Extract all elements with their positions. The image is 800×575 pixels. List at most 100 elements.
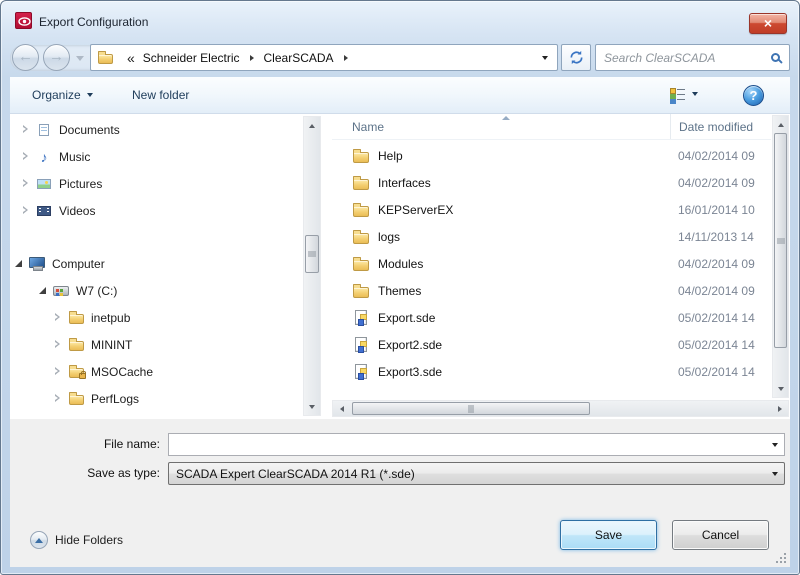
file-date: 05/02/2014 14 bbox=[678, 365, 755, 379]
file-row-kepserverex[interactable]: KEPServerEX 16/01/2014 10 bbox=[332, 196, 771, 223]
file-row-logs[interactable]: logs 14/11/2013 14 bbox=[332, 223, 771, 250]
file-row-interfaces[interactable]: Interfaces 04/02/2014 09 bbox=[332, 169, 771, 196]
file-date: 16/01/2014 10 bbox=[678, 203, 755, 217]
tree-item-msocache[interactable]: MSOCache bbox=[10, 358, 302, 385]
breadcrumb-overflow[interactable]: « bbox=[127, 50, 135, 66]
tree-item-inetpub[interactable]: inetpub bbox=[10, 304, 302, 331]
expand-collapsed-icon[interactable] bbox=[22, 206, 30, 216]
expand-collapsed-icon[interactable] bbox=[54, 313, 62, 323]
resize-grip[interactable] bbox=[784, 561, 786, 563]
views-button[interactable] bbox=[670, 87, 698, 100]
dialog-window: Export Configuration × ← → « Schneider E… bbox=[0, 0, 800, 575]
address-bar[interactable]: « Schneider Electric ClearSCADA bbox=[90, 44, 558, 71]
scrollbar-thumb[interactable] bbox=[774, 133, 787, 348]
recent-pages-chevron-icon[interactable] bbox=[76, 56, 84, 61]
breadcrumb-item-clearscada[interactable]: ClearSCADA bbox=[262, 51, 336, 65]
scroll-up-button[interactable] bbox=[304, 117, 320, 134]
command-bar: Organize New folder ? bbox=[10, 77, 790, 114]
tree-item-label: MININT bbox=[91, 338, 132, 352]
expand-collapsed-icon[interactable] bbox=[22, 125, 30, 135]
file-name-input[interactable] bbox=[169, 435, 766, 454]
refresh-button[interactable] bbox=[561, 44, 591, 71]
dropdown-arrow-icon[interactable] bbox=[766, 463, 784, 484]
search-input[interactable] bbox=[602, 50, 771, 66]
file-row-help[interactable]: Help 04/02/2014 09 bbox=[332, 142, 771, 169]
search-icon[interactable] bbox=[771, 53, 780, 62]
chevron-down-icon bbox=[692, 92, 698, 96]
tree-item-pictures[interactable]: Pictures bbox=[10, 170, 302, 197]
expand-collapsed-icon[interactable] bbox=[22, 152, 30, 162]
file-date: 04/02/2014 09 bbox=[678, 176, 755, 190]
file-row-themes[interactable]: Themes 04/02/2014 09 bbox=[332, 277, 771, 304]
hide-folders-button[interactable]: Hide Folders bbox=[30, 531, 123, 549]
tree-scrollbar[interactable] bbox=[303, 116, 321, 416]
file-row-export2-sde[interactable]: Export2.sde 05/02/2014 14 bbox=[332, 331, 771, 358]
file-list-pane: Name Date modified Help 04/02/2014 09 In… bbox=[332, 114, 790, 419]
dropdown-arrow-icon[interactable] bbox=[766, 434, 784, 455]
expand-collapsed-icon[interactable] bbox=[54, 367, 62, 377]
tree-item-label: MSOCache bbox=[91, 365, 153, 379]
tree-item-documents[interactable]: Documents bbox=[10, 116, 302, 143]
cancel-button[interactable]: Cancel bbox=[672, 520, 769, 550]
file-list-scrollbar-horizontal[interactable] bbox=[332, 400, 789, 417]
window-title: Export Configuration bbox=[39, 15, 148, 29]
column-header-name[interactable]: Name bbox=[352, 114, 384, 140]
folder-icon bbox=[67, 311, 85, 324]
file-name: Export2.sde bbox=[378, 338, 442, 352]
column-header-date-modified[interactable]: Date modified bbox=[670, 114, 771, 140]
tree-item-minint[interactable]: MININT bbox=[10, 331, 302, 358]
expand-collapsed-icon[interactable] bbox=[22, 179, 30, 189]
documents-icon bbox=[35, 124, 53, 136]
expand-collapsed-icon[interactable] bbox=[54, 394, 62, 404]
save-as-type-value: SCADA Expert ClearSCADA 2014 R1 (*.sde) bbox=[169, 467, 766, 481]
scroll-down-button[interactable] bbox=[773, 380, 788, 397]
scrollbar-thumb[interactable] bbox=[305, 235, 319, 273]
back-button[interactable]: ← bbox=[12, 44, 39, 71]
address-dropdown-icon[interactable] bbox=[535, 56, 555, 60]
scroll-right-button[interactable] bbox=[771, 401, 788, 416]
tree-gap bbox=[10, 224, 302, 250]
file-list-scrollbar-vertical[interactable] bbox=[772, 115, 789, 398]
dialog-footer: Hide Folders Save Cancel bbox=[10, 511, 790, 567]
breadcrumb-separator-icon[interactable] bbox=[344, 55, 348, 61]
scroll-down-button[interactable] bbox=[304, 398, 320, 415]
file-row-export3-sde[interactable]: Export3.sde 05/02/2014 14 bbox=[332, 358, 771, 385]
new-folder-button[interactable]: New folder bbox=[132, 77, 189, 113]
tree-item-label: inetpub bbox=[91, 311, 130, 325]
file-row-modules[interactable]: Modules 04/02/2014 09 bbox=[332, 250, 771, 277]
search-box[interactable] bbox=[595, 44, 790, 71]
tree-item-w7-c[interactable]: W7 (C:) bbox=[10, 277, 302, 304]
folder-icon bbox=[67, 392, 85, 405]
file-row-export-sde[interactable]: Export.sde 05/02/2014 14 bbox=[332, 304, 771, 331]
forward-button[interactable]: → bbox=[43, 44, 70, 71]
folder-icon bbox=[352, 176, 370, 190]
expand-expanded-icon[interactable] bbox=[15, 259, 23, 269]
breadcrumb-item-schneider-electric[interactable]: Schneider Electric bbox=[141, 51, 242, 65]
file-date: 04/02/2014 09 bbox=[678, 284, 755, 298]
folder-icon bbox=[352, 257, 370, 271]
tree-item-music[interactable]: ♪ Music bbox=[10, 143, 302, 170]
organize-button[interactable]: Organize bbox=[32, 77, 93, 113]
computer-icon bbox=[28, 257, 46, 271]
expand-collapsed-icon[interactable] bbox=[54, 340, 62, 350]
drive-icon bbox=[52, 286, 70, 296]
scrollbar-thumb[interactable] bbox=[352, 402, 590, 415]
tree-item-videos[interactable]: Videos bbox=[10, 197, 302, 224]
scroll-left-button[interactable] bbox=[333, 401, 350, 416]
close-button[interactable]: × bbox=[749, 13, 787, 34]
sde-file-icon bbox=[352, 337, 370, 352]
refresh-icon bbox=[569, 50, 584, 65]
file-date: 04/02/2014 09 bbox=[678, 257, 755, 271]
save-button[interactable]: Save bbox=[560, 520, 657, 550]
expand-expanded-icon[interactable] bbox=[39, 286, 47, 296]
scroll-up-button[interactable] bbox=[773, 116, 788, 133]
tree-item-perflogs[interactable]: PerfLogs bbox=[10, 385, 302, 412]
save-fields: File name: Save as type: SCADA Expert Cl… bbox=[10, 419, 790, 511]
file-name-combo[interactable] bbox=[168, 433, 785, 456]
breadcrumb-separator-icon[interactable] bbox=[250, 55, 254, 61]
help-button[interactable]: ? bbox=[743, 85, 764, 106]
chevron-up-circle-icon bbox=[30, 531, 48, 549]
file-date: 05/02/2014 14 bbox=[678, 338, 755, 352]
save-as-type-select[interactable]: SCADA Expert ClearSCADA 2014 R1 (*.sde) bbox=[168, 462, 785, 485]
tree-item-computer[interactable]: Computer bbox=[10, 250, 302, 277]
